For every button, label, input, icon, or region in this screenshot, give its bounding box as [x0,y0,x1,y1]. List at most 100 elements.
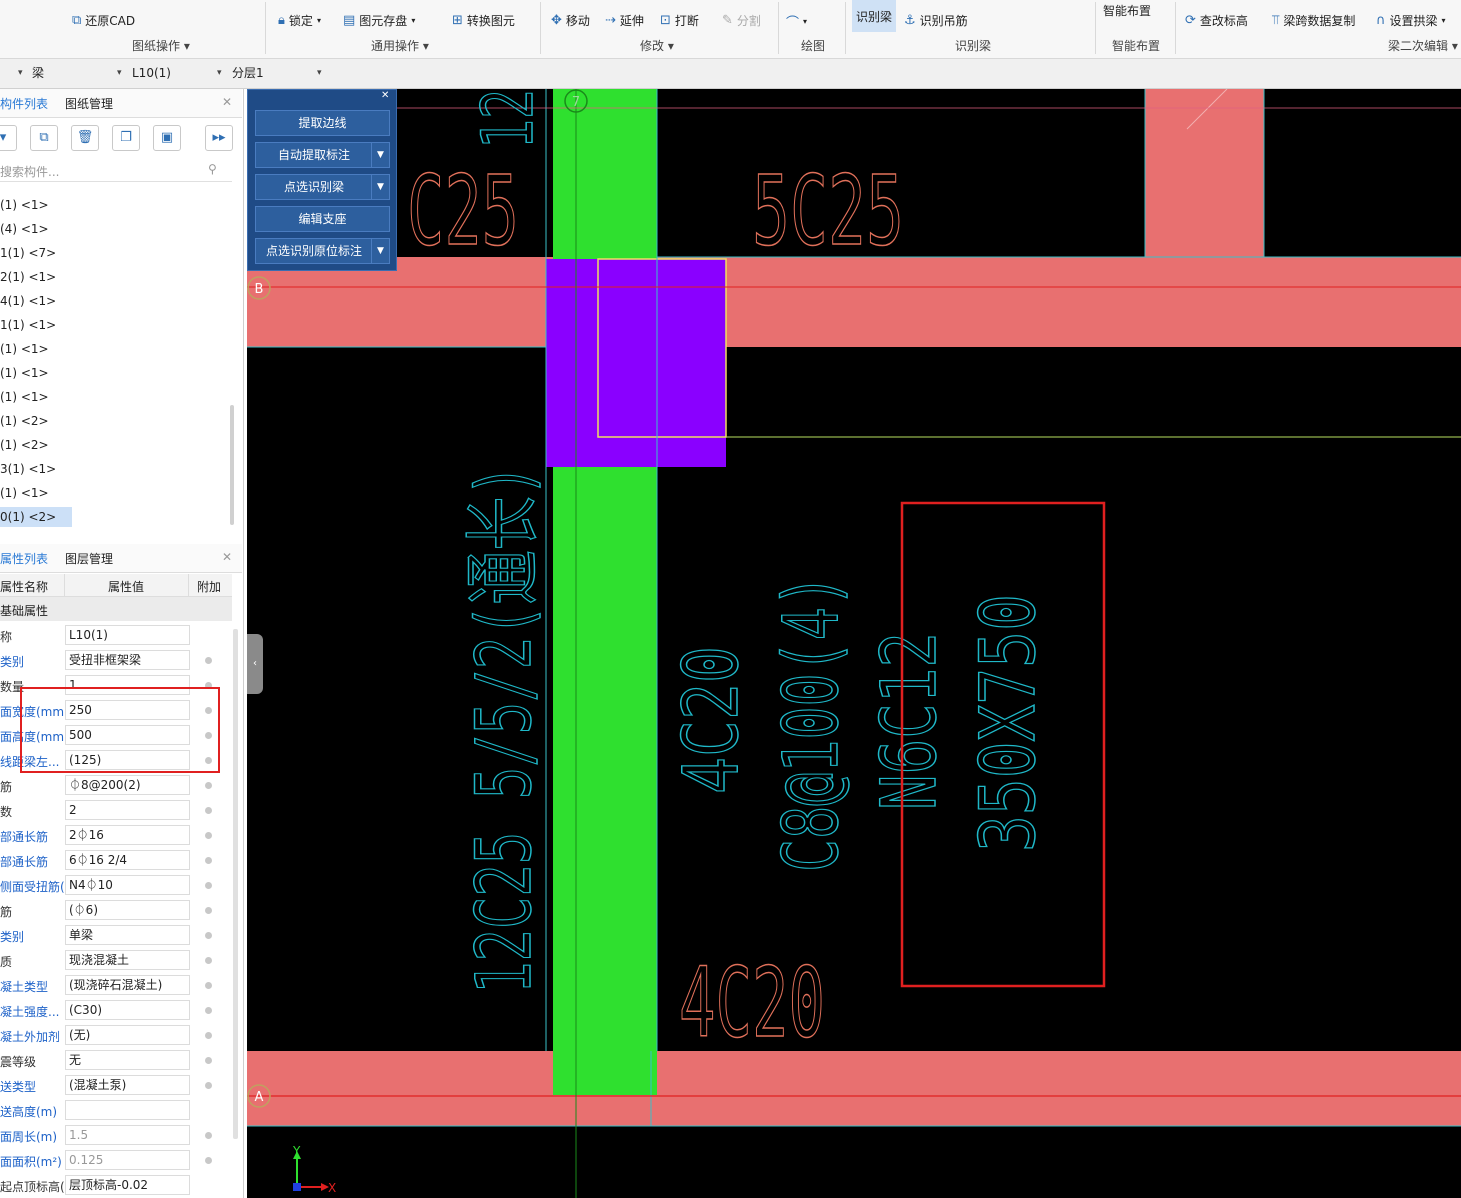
extra-checkbox[interactable] [205,1057,212,1064]
chevron-down-icon[interactable]: ▼ [371,174,390,200]
restore-cad-button[interactable]: ⧉ 还原CAD [72,12,135,29]
chevron-down-icon[interactable]: ▾ [317,64,322,83]
delete-component-button[interactable]: 🗑︎ [71,125,99,151]
auto-extract-label-button[interactable]: 自动提取标注 [255,142,373,168]
property-value-field[interactable]: ⏀8@200(2) [65,775,190,795]
property-value-field[interactable] [65,1100,190,1120]
duplicate-layer-button[interactable]: ❐ [112,125,140,151]
section-basic-props[interactable]: 基础属性 [0,597,232,621]
property-value-field[interactable]: (无) [65,1025,190,1045]
property-value-field[interactable]: 无 [65,1050,190,1070]
cad-text-stirrup[interactable]: C8@100(4) [765,573,856,873]
identify-beam-button[interactable]: 识别梁 [852,0,896,32]
check-elevation-button[interactable]: ⟳ 查改标高 [1185,12,1248,29]
close-icon[interactable]: ✕ [381,90,389,101]
extra-checkbox[interactable] [205,657,212,664]
lock-button[interactable]: 🔒︎ 锁定 ▾ [278,12,321,29]
property-value-field[interactable]: (混凝土泵) [65,1075,190,1095]
tree-item[interactable]: (1) <1> [0,483,225,503]
layer-select[interactable]: 分层1 [232,64,317,83]
cad-text-n6c12[interactable]: N6C12 [863,631,954,811]
extra-checkbox[interactable] [205,907,212,914]
cad-text-12[interactable]: 12 [466,89,550,150]
extra-checkbox[interactable] [205,957,212,964]
property-value-field[interactable]: 1.5 [65,1125,190,1145]
beam-b[interactable] [247,257,1461,347]
chevron-down-icon[interactable]: ▼ [371,142,390,168]
selected-element[interactable] [546,259,726,467]
column-green[interactable] [553,89,657,1095]
property-value-field[interactable]: 层顶标高-0.02 [65,1175,190,1195]
tree-item[interactable]: (1) <2> [0,435,225,455]
extra-checkbox[interactable] [205,807,212,814]
extra-checkbox[interactable] [205,782,212,789]
chevron-down-icon[interactable]: ▾ [18,64,23,83]
tab-property-list[interactable]: 属性列表 [0,550,48,567]
extra-checkbox[interactable] [205,882,212,889]
tree-item[interactable]: 1(1) <7> [0,243,225,263]
property-value-field[interactable]: 6⏀16 2/4 [65,850,190,870]
extra-checkbox[interactable] [205,932,212,939]
extra-checkbox[interactable] [205,982,212,989]
extra-checkbox[interactable] [205,1007,212,1014]
cad-text-c25[interactable]: C25 [406,154,520,268]
tree-item[interactable]: (1) <1> [0,387,225,407]
panel-collapse-tab[interactable]: ‹ [247,634,263,694]
copy-component-button[interactable]: ⧉ [30,125,58,151]
property-value-field[interactable]: 受扭非框架梁 [65,650,190,670]
edit-support-button[interactable]: 编辑支座 [255,206,390,232]
tree-item[interactable]: (1) <1> [0,195,225,215]
convert-element-button[interactable]: ⊞ 转换图元 [452,12,515,29]
set-arch-button[interactable]: ∩ 设置拱梁 ▾ [1376,12,1446,29]
dropdown-button[interactable]: ▾ [0,125,17,151]
smart-layout-button[interactable]: 智能布置 [1103,2,1151,19]
beam-span-copy-button[interactable]: ⫪ 梁跨数据复制 [1272,12,1355,29]
pick-identify-inplace-button[interactable]: 点选识别原位标注 [255,238,373,264]
extract-edge-button[interactable]: 提取边线 [255,110,390,136]
property-value-field[interactable]: 2 [65,800,190,820]
tab-component-list[interactable]: 构件列表 [0,95,48,112]
property-value-field[interactable]: 单梁 [65,925,190,945]
tree-scrollbar[interactable] [230,405,234,525]
cad-text-4c20-bottom[interactable]: 4C20 [678,946,826,1060]
identify-hanger-button[interactable]: ⚓︎ 识别吊筋 [904,12,968,29]
tree-item[interactable]: 2(1) <1> [0,267,225,287]
tree-item[interactable]: (4) <1> [0,219,225,239]
type-select[interactable]: 梁 [32,64,117,83]
extra-checkbox[interactable] [205,1082,212,1089]
property-value-field[interactable]: N4⏀10 [65,875,190,895]
property-scrollbar[interactable] [233,629,238,1139]
beam-top-right[interactable] [1145,89,1264,257]
tree-item[interactable]: 0(1) <2> [0,507,72,527]
tree-item[interactable]: (1) <1> [0,339,225,359]
chevron-down-icon[interactable]: ▼ [371,238,390,264]
property-value-field[interactable]: 0.125 [65,1150,190,1170]
property-value-field[interactable]: L10(1) [65,625,190,645]
chevron-down-icon[interactable]: ▾ [117,64,122,83]
tree-item[interactable]: (1) <2> [0,411,225,431]
cad-text-section-size[interactable]: 350X750 [962,593,1053,853]
component-select[interactable]: L10(1) [132,64,217,83]
close-icon[interactable]: ✕ [222,95,232,109]
tree-item[interactable]: 1(1) <1> [0,315,225,335]
cad-text-4c20-vertical[interactable]: 4C20 [665,645,756,795]
search-input[interactable]: 搜索构件... [0,163,59,180]
extra-checkbox[interactable] [205,1132,212,1139]
move-button[interactable]: ✥ 移动 [551,12,590,29]
chevron-down-icon[interactable]: ▾ [217,64,222,83]
component-search[interactable]: 搜索构件... ⚲ [0,161,232,182]
property-value-field[interactable]: (现浇碎石混凝土) [65,975,190,995]
cad-canvas[interactable]: 7 B A C25 12 5C25 12C25 5/5/2(通长) 4C20 C… [247,89,1461,1198]
break-button[interactable]: ⊡ 打断 [660,12,699,29]
cad-text-top-rebar[interactable]: 12C25 5/5/2(通长) [458,463,549,995]
beam-a[interactable] [247,1051,1461,1126]
save-component-button[interactable]: ▣ [153,125,181,151]
split-button[interactable]: ✎ 分割 [722,12,761,29]
property-value-field[interactable]: (⏀6) [65,900,190,920]
tree-item[interactable]: 4(1) <1> [0,291,225,311]
tab-drawing-management[interactable]: 图纸管理 [65,95,113,112]
cad-text-5c25[interactable]: 5C25 [751,154,905,268]
extra-checkbox[interactable] [205,1157,212,1164]
tree-item[interactable]: 3(1) <1> [0,459,225,479]
extend-button[interactable]: ⇢ 延伸 [605,12,644,29]
